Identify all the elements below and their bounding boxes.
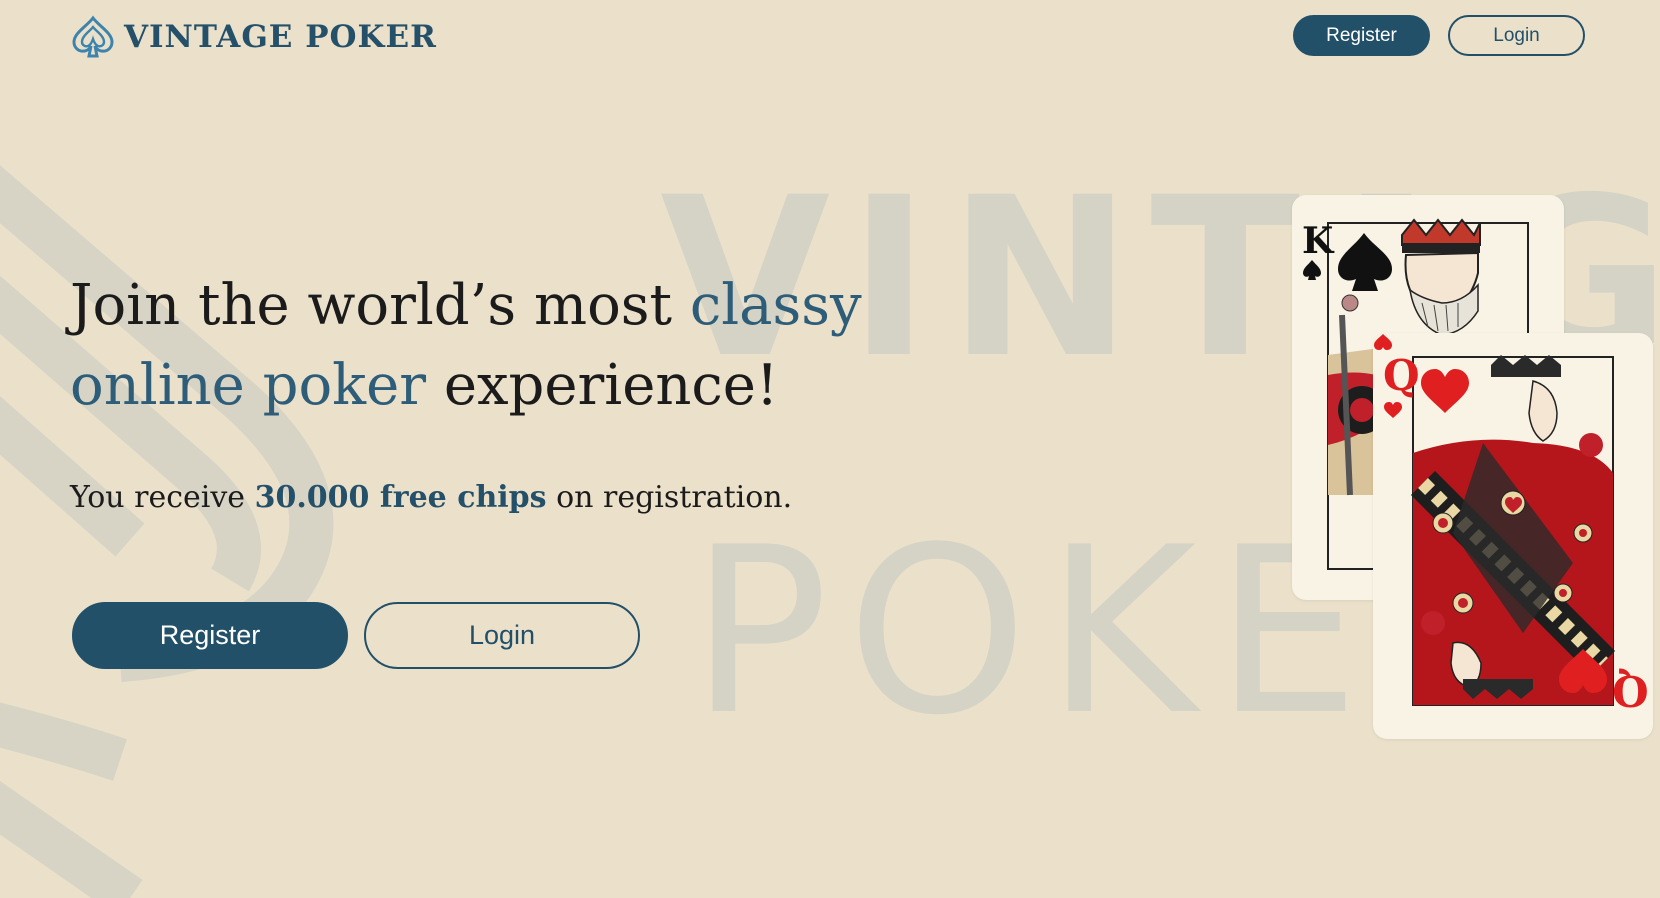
spade-logo-icon (72, 15, 114, 58)
hero-title-part1: Join the world’s most (70, 273, 690, 338)
hero-register-button[interactable]: Register (72, 602, 348, 669)
hero-title: Join the world’s most classy online poker… (70, 266, 890, 426)
hero-sub-part1: You receive (70, 480, 255, 515)
hero-subtitle: You receive 30.000 free chips on registr… (70, 480, 792, 515)
king-rank-label: K (1302, 220, 1334, 262)
header-login-button[interactable]: Login (1448, 15, 1585, 56)
queen-rank-label: Q (1383, 351, 1420, 400)
hero-sub-part2: on registration. (546, 480, 793, 515)
brand-logo[interactable]: VINTAGE POKER (70, 14, 437, 60)
header-register-button[interactable]: Register (1293, 15, 1430, 56)
small-heart-icon (1384, 402, 1402, 418)
small-spade-icon (1303, 260, 1321, 280)
hero-title-accent-online-poker: online poker (70, 353, 427, 418)
hero-login-button[interactable]: Login (364, 602, 640, 669)
queen-of-hearts-card: Q Q (1373, 333, 1653, 739)
queen-rank-label-bottom: Q (1612, 666, 1649, 715)
hero-sub-free-chips: 30.000 free chips (254, 480, 547, 515)
site-header: VINTAGE POKER Register Login (0, 0, 1660, 80)
hero-title-accent-classy: classy (689, 273, 862, 338)
small-heart-icon-bottom (1374, 334, 1392, 350)
hero-title-part2: experience! (426, 353, 779, 418)
brand-name: VINTAGE POKER (124, 19, 437, 55)
